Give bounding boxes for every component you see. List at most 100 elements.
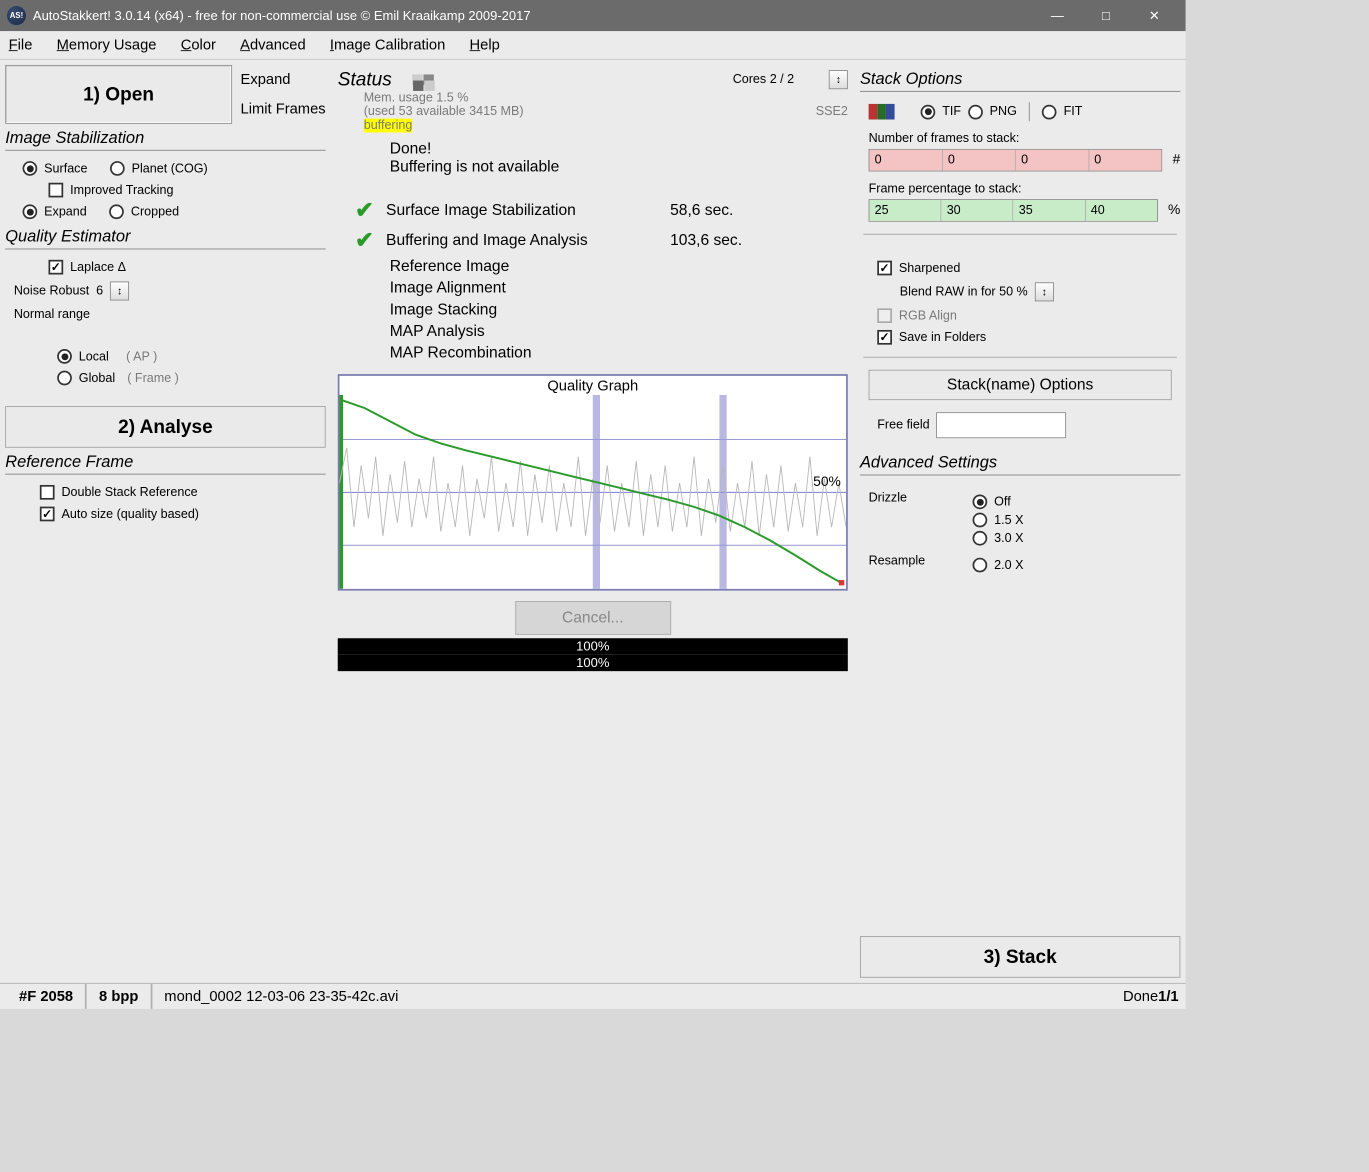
label-auto-size: Auto size (quality based) bbox=[61, 507, 199, 521]
status-filename: mond_0002 12-03-06 23-35-42c.avi bbox=[152, 988, 1123, 1005]
free-field-input[interactable] bbox=[937, 412, 1067, 438]
num-frames-label: Number of frames to stack: bbox=[869, 132, 1181, 146]
stack-name-options-button[interactable]: Stack(name) Options bbox=[869, 370, 1172, 400]
label-resample-20: 2.0 X bbox=[994, 558, 1023, 572]
menu-image-calibration[interactable]: Image Calibration bbox=[330, 36, 445, 53]
radio-png[interactable] bbox=[968, 104, 983, 119]
label-blend-raw: Blend RAW in for 50 % bbox=[900, 285, 1028, 299]
label-global: Global bbox=[79, 371, 115, 385]
window-title: AutoStakkert! 3.0.14 (x64) - free for no… bbox=[33, 8, 531, 23]
noise-robust-spinner[interactable]: ↕ bbox=[110, 281, 129, 300]
label-drizzle-15: 1.5 X bbox=[994, 513, 1023, 527]
checkbox-sharpened[interactable] bbox=[877, 261, 892, 276]
step-ref: Reference Image bbox=[390, 257, 510, 275]
stack-options-title: Stack Options bbox=[860, 70, 1180, 92]
label-rgb-align: RGB Align bbox=[899, 309, 957, 323]
advanced-settings-title: Advanced Settings bbox=[860, 454, 1180, 476]
label-planet: Planet (COG) bbox=[132, 162, 208, 176]
step-align: Image Alignment bbox=[390, 279, 506, 297]
step-map-recomb: MAP Recombination bbox=[390, 344, 532, 362]
progress-bar-1: 100% bbox=[338, 638, 848, 654]
image-stabilization-title: Image Stabilization bbox=[5, 129, 325, 151]
main-content: 1) Open Expand Limit Frames Image Stabil… bbox=[0, 60, 1186, 983]
num-frames-inputs[interactable]: 0000 bbox=[869, 149, 1163, 172]
close-button[interactable]: ✕ bbox=[1130, 0, 1178, 31]
radio-surface[interactable] bbox=[23, 161, 38, 176]
radio-drizzle-15[interactable] bbox=[973, 513, 988, 528]
radio-expand[interactable] bbox=[23, 204, 38, 219]
label-sharpened: Sharpened bbox=[899, 261, 960, 275]
menu-file[interactable]: File bbox=[9, 36, 33, 53]
limit-frames-link[interactable]: Limit Frames bbox=[241, 100, 326, 117]
open-button[interactable]: 1) Open bbox=[5, 65, 232, 124]
left-panel: 1) Open Expand Limit Frames Image Stabil… bbox=[5, 65, 325, 978]
label-normal-range: Normal range bbox=[14, 307, 90, 321]
checkbox-save-folders[interactable] bbox=[877, 330, 892, 345]
checkbox-rgb-align bbox=[877, 308, 892, 323]
label-png: PNG bbox=[990, 105, 1017, 119]
checkbox-laplace[interactable] bbox=[48, 260, 63, 275]
menu-help[interactable]: Help bbox=[470, 36, 500, 53]
status-done: Done! bbox=[390, 139, 848, 157]
radio-cropped[interactable] bbox=[109, 204, 124, 219]
menubar: File Memory Usage Color Advanced Image C… bbox=[0, 31, 1186, 60]
center-panel: Status Cores 2 / 2 ↕ Mem. usage 1.5 % (u… bbox=[331, 65, 855, 978]
radio-drizzle-30[interactable] bbox=[973, 531, 988, 546]
expand-link[interactable]: Expand bbox=[241, 71, 326, 88]
maximize-button[interactable]: □ bbox=[1082, 0, 1130, 31]
cancel-button[interactable]: Cancel... bbox=[515, 601, 671, 635]
analyse-button[interactable]: 2) Analyse bbox=[5, 406, 325, 448]
menu-advanced[interactable]: Advanced bbox=[240, 36, 305, 53]
app-logo: AS! bbox=[7, 6, 26, 25]
checkbox-improved-tracking[interactable] bbox=[48, 183, 63, 198]
minimize-button[interactable]: — bbox=[1033, 0, 1081, 31]
status-frame-count: #F 2058 bbox=[7, 984, 87, 1009]
radio-global[interactable] bbox=[57, 371, 72, 386]
stack-button[interactable]: 3) Stack bbox=[860, 936, 1180, 978]
label-save-folders: Save in Folders bbox=[899, 330, 986, 344]
activity-indicator-icon-2 bbox=[413, 81, 435, 91]
reference-frame-title: Reference Frame bbox=[5, 453, 325, 475]
label-surface: Surface bbox=[44, 162, 87, 176]
check-icon: ✔ bbox=[355, 227, 374, 254]
statusbar: #F 2058 8 bpp mond_0002 12-03-06 23-35-4… bbox=[0, 983, 1186, 1009]
radio-drizzle-off[interactable] bbox=[973, 494, 988, 509]
checkbox-auto-size[interactable] bbox=[40, 507, 55, 522]
label-drizzle-off: Off bbox=[994, 495, 1011, 509]
blend-raw-spinner[interactable]: ↕ bbox=[1035, 282, 1054, 301]
label-local: Local bbox=[79, 349, 109, 363]
num-frames-suffix: # bbox=[1173, 152, 1181, 168]
progress-bar-2: 100% bbox=[338, 655, 848, 671]
status-done: Done bbox=[1123, 988, 1158, 1005]
mem-detail: (used 53 available 3415 MB) bbox=[364, 105, 524, 119]
pct-inputs[interactable]: 25303540 bbox=[869, 199, 1158, 222]
radio-resample-20[interactable] bbox=[973, 558, 988, 573]
check-icon: ✔ bbox=[355, 197, 374, 224]
menu-memory-usage[interactable]: Memory Usage bbox=[57, 36, 157, 53]
hint-global: ( Frame ) bbox=[127, 371, 179, 385]
radio-planet[interactable] bbox=[110, 161, 125, 176]
mem-usage: Mem. usage 1.5 % bbox=[364, 91, 848, 105]
label-cropped: Cropped bbox=[131, 205, 179, 219]
label-double-stack: Double Stack Reference bbox=[61, 485, 197, 499]
step-bia-time: 103,6 sec. bbox=[670, 231, 742, 249]
pct-label: Frame percentage to stack: bbox=[869, 182, 1181, 196]
cores-spinner[interactable]: ↕ bbox=[829, 70, 848, 89]
label-drizzle-30: 3.0 X bbox=[994, 531, 1023, 545]
step-bia: Buffering and Image Analysis bbox=[386, 231, 663, 249]
status-title: Status bbox=[338, 68, 392, 91]
checkbox-double-stack[interactable] bbox=[40, 485, 55, 500]
label-expand: Expand bbox=[44, 205, 87, 219]
menu-color[interactable]: Color bbox=[181, 36, 216, 53]
radio-fit[interactable] bbox=[1042, 104, 1057, 119]
cores-label: Cores 2 / 2 bbox=[733, 73, 794, 87]
label-laplace: Laplace Δ bbox=[70, 260, 126, 274]
radio-tif[interactable] bbox=[921, 104, 936, 119]
step-sis: Surface Image Stabilization bbox=[386, 201, 663, 219]
label-drizzle: Drizzle bbox=[869, 491, 973, 549]
value-noise-robust: 6 bbox=[96, 284, 103, 298]
label-noise-robust: Noise Robust bbox=[14, 284, 89, 298]
quality-estimator-title: Quality Estimator bbox=[5, 228, 325, 250]
label-fit: FIT bbox=[1064, 105, 1083, 119]
radio-local[interactable] bbox=[57, 349, 72, 364]
